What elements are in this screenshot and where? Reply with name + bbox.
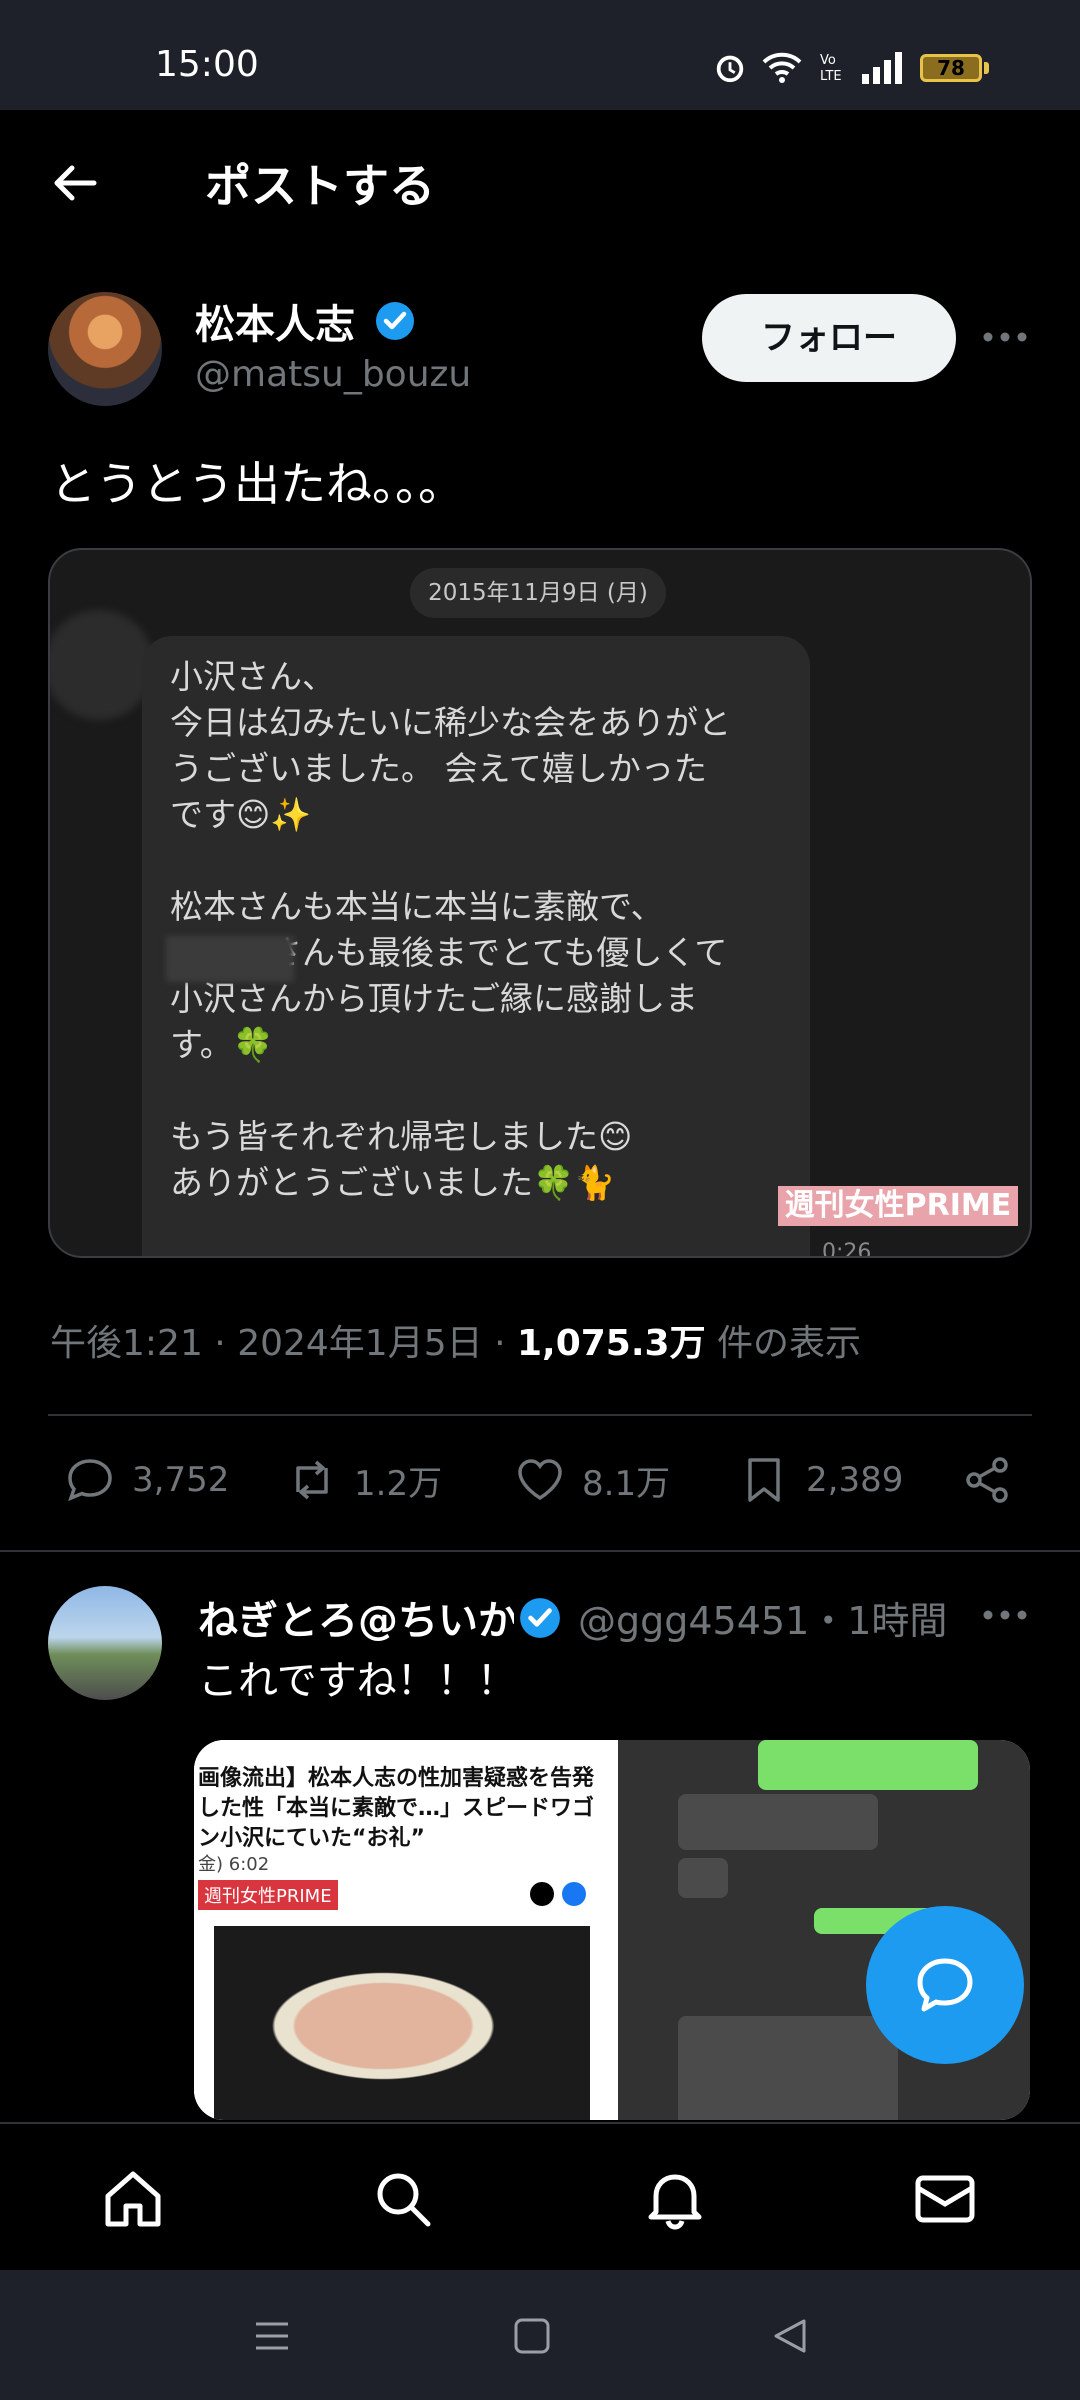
volte-icon: VoLTE [820,53,842,84]
share-action[interactable] [960,1450,1016,1510]
meta-separator: · [494,1323,517,1364]
media-blurred-avatar [50,610,154,720]
author-name[interactable]: 松本人志 [195,292,355,350]
reply-text: これですね！！！ [198,1658,517,1704]
chat-bubble-received [678,1794,878,1850]
svg-text:LTE: LTE [820,69,842,84]
reply-count: 3,752 [132,1460,230,1500]
chat-bubble-received [678,2016,898,2120]
back-arrow-icon[interactable] [50,158,100,208]
media-date-chip: 2015年11月9日 (月) [410,568,666,618]
follow-button[interactable]: フォロー [702,294,956,382]
like-action[interactable]: 8.1万 [512,1450,670,1510]
battery-tip [984,62,989,74]
reply-handle-text: @ggg45451 [578,1599,810,1643]
tweet-views[interactable]: 1,075.3万 [517,1323,706,1364]
signal-icon [862,52,902,84]
tweet-date[interactable]: 2024年1月5日 [237,1323,482,1364]
system-navigation-bar [0,2270,1080,2400]
comment-icon [68,1459,112,1502]
page-title: ポストする [205,159,435,213]
verified-badge-icon [376,302,414,340]
heart-icon [518,1459,562,1501]
article-photo [214,1926,590,2120]
like-count: 8.1万 [582,1463,671,1504]
media-redacted-name [166,936,294,982]
bookmark-action[interactable]: 2,389 [736,1450,903,1510]
divider [48,1414,1032,1416]
media-duration: 0:26 [822,1240,872,1258]
more-options-icon[interactable] [980,1600,1030,1630]
media-watermark: 週刊女性PRIME [778,1186,1018,1226]
wifi-icon [762,52,802,83]
search-icon[interactable] [370,2166,436,2232]
reply-bubble-icon [917,1958,973,2012]
home-icon[interactable] [100,2166,166,2232]
article-date: 金) 6:02 [198,1854,270,1875]
reply-author-name[interactable]: ねぎとろ@ちいか [198,1588,514,1646]
tweet-media[interactable]: 2015年11月9日 (月) 小沢さん、 今日は幻みたいに稀少な会をありがと う… [48,548,1032,1258]
more-options-icon[interactable] [980,322,1030,352]
status-time: 15:00 [155,44,259,85]
author-avatar[interactable] [48,292,162,406]
tweet-time[interactable]: 午後1:21 [50,1323,203,1364]
facebook-share-icon [562,1882,586,1906]
article-headline: 画像流出】松本人志の性加害疑惑を告発した性「本当に素敵で…」スピードワゴン小沢に… [198,1766,595,1851]
alarm-icon [716,55,744,83]
reply-action[interactable]: 3,752 [62,1450,229,1510]
home-square-icon[interactable] [512,2316,552,2356]
meta-separator: · [214,1323,238,1364]
repost-action[interactable]: 1.2万 [284,1450,442,1510]
battery-indicator: 78 [920,54,982,82]
messages-mail-icon[interactable] [912,2166,978,2232]
article-brand: 週刊女性PRIME [198,1880,338,1910]
reply-time: ・1時間 [809,1599,948,1643]
verified-badge-icon [520,1598,560,1638]
chat-bubble-sent [758,1740,978,1790]
reply-author-avatar[interactable] [48,1586,162,1700]
notifications-bell-icon[interactable] [642,2166,708,2232]
repost-icon [296,1460,328,1500]
svg-text:Vo: Vo [820,53,836,68]
tweet-text: とうとう出たね。。。 [50,457,464,511]
bookmark-count: 2,389 [806,1460,904,1500]
chat-sticker [678,1858,728,1898]
compose-fab[interactable] [866,1906,1024,2064]
reply-media-article-screenshot[interactable]: 画像流出】松本人志の性加害疑惑を告発した性「本当に素敵で…」スピードワゴン小沢に… [194,1740,610,2120]
author-handle[interactable]: @matsu_bouzu [195,354,471,395]
status-bar: 15:00 Vo LTE 78 [0,0,1080,110]
share-icon [966,1457,1008,1503]
reply-author-handle[interactable]: @ggg45451・1時間 [578,1590,947,1645]
recent-apps-icon[interactable] [252,2316,292,2356]
bottom-navigation [0,2122,1080,2270]
tweet-meta: 午後1:21 · 2024年1月5日 · 1,075.3万 件の表示 [50,1314,861,1366]
back-triangle-icon[interactable] [770,2316,810,2356]
media-message-text: 小沢さん、 今日は幻みたいに稀少な会をありがと うございました。 会えて嬉しかっ… [170,657,731,1202]
tweet-views-label: 件の表示 [717,1323,862,1364]
x-share-icon [530,1882,554,1906]
repost-count: 1.2万 [354,1463,443,1504]
bookmark-icon [748,1458,780,1502]
divider [0,1550,1080,1552]
